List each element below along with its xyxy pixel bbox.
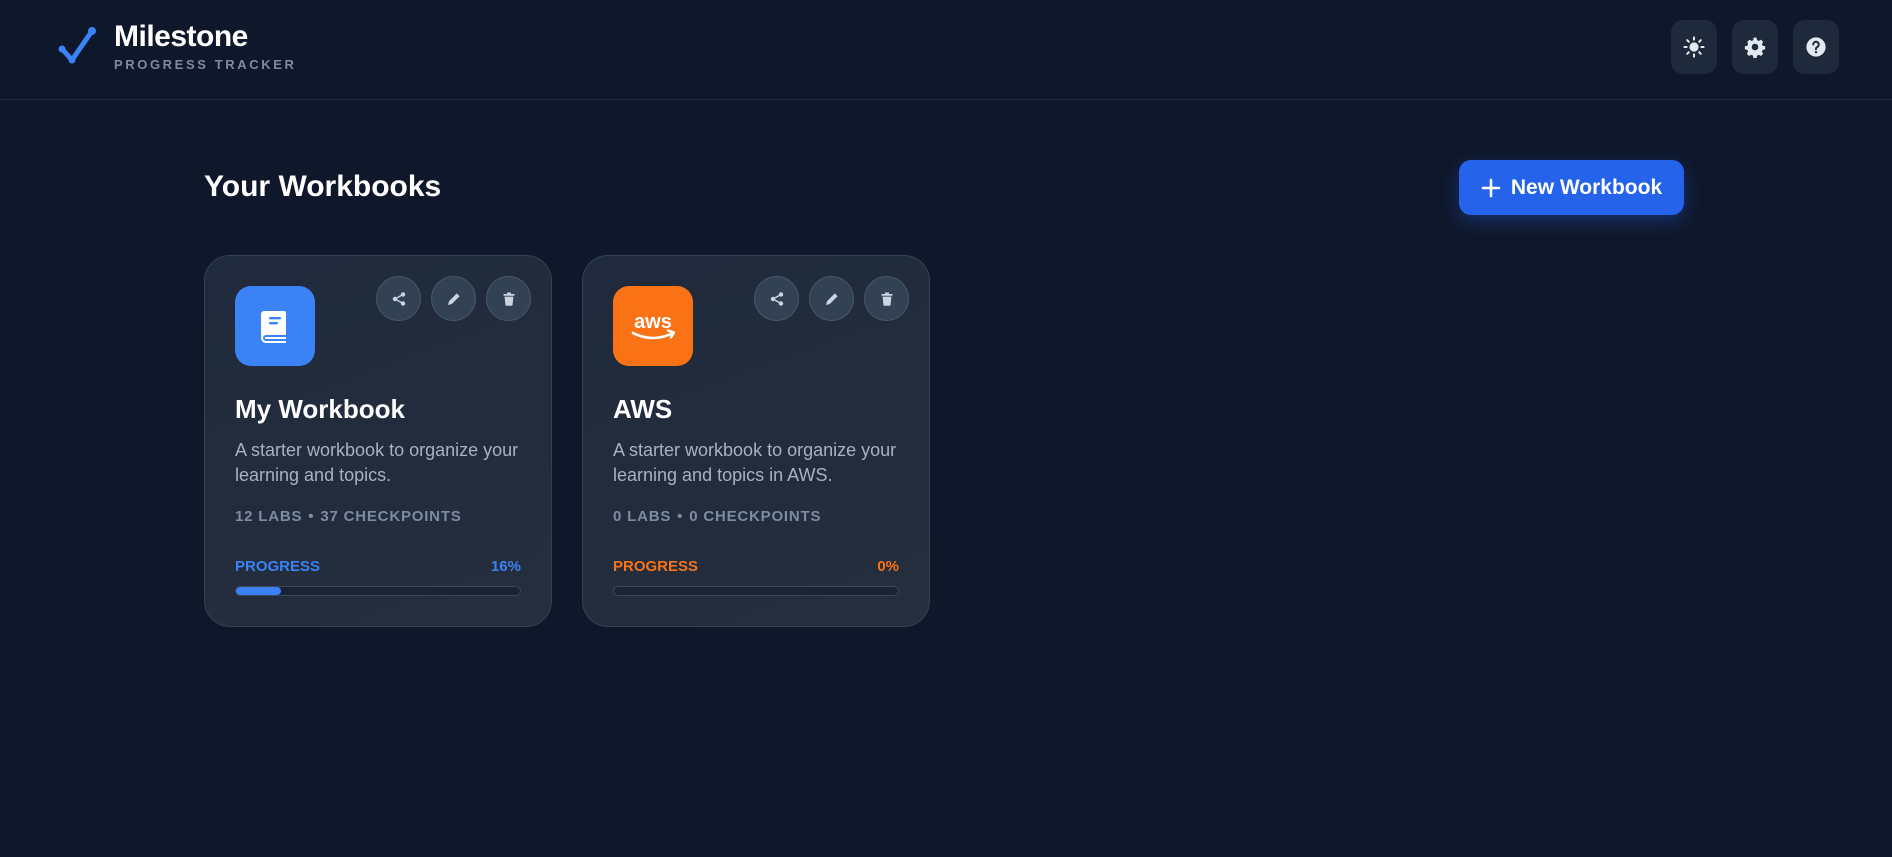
pencil-icon: [825, 292, 838, 305]
share-button[interactable]: [376, 276, 421, 321]
edit-button[interactable]: [431, 276, 476, 321]
delete-button[interactable]: [864, 276, 909, 321]
new-workbook-button[interactable]: New Workbook: [1459, 160, 1684, 215]
workbook-meta: 12 LABS • 37 CHECKPOINTS: [235, 508, 462, 525]
share-button[interactable]: [754, 276, 799, 321]
trash-icon: [503, 292, 514, 306]
workbook-meta: 0 LABS • 0 CHECKPOINTS: [613, 508, 821, 525]
app-title: Milestone: [114, 20, 248, 53]
workbook-description: A starter workbook to organize your lear…: [613, 440, 897, 485]
brand-text: Milestone PROGRESS TRACKER: [114, 20, 296, 72]
workbook-title: AWS: [613, 394, 673, 424]
workbook-card[interactable]: aws AWS A starter workbook to organize y…: [582, 255, 930, 627]
edit-button[interactable]: [809, 276, 854, 321]
help-icon: [1806, 37, 1826, 57]
theme-toggle-button[interactable]: [1671, 20, 1717, 74]
settings-button[interactable]: [1732, 20, 1778, 74]
card-actions: [754, 276, 909, 321]
share-icon: [770, 291, 783, 306]
sun-icon: [1683, 36, 1705, 58]
progress-label: PROGRESS: [235, 558, 321, 575]
progress-percent: 16%: [490, 558, 521, 575]
workbook-description: A starter workbook to organize your lear…: [235, 440, 519, 485]
gear-icon: [1744, 37, 1766, 58]
app-subtitle: PROGRESS TRACKER: [114, 57, 297, 72]
progress-bar: [235, 586, 521, 596]
page-title: Your Workbooks: [204, 170, 442, 203]
checkpoints-count: 0 CHECKPOINTS: [689, 508, 822, 525]
workbook-title: My Workbook: [235, 394, 405, 424]
pencil-icon: [447, 292, 460, 305]
app-root: Milestone PROGRESS TRACKER Your Workbook…: [0, 0, 1892, 857]
header-actions: [1671, 20, 1839, 74]
workbook-icon-tile: [235, 286, 315, 366]
delete-button[interactable]: [486, 276, 531, 321]
progress-fill: [236, 587, 282, 595]
meta-separator: •: [308, 508, 315, 525]
workbook-card[interactable]: My Workbook A starter workbook to organi…: [204, 255, 552, 627]
progress-label: PROGRESS: [613, 558, 699, 575]
progress-bar: [613, 586, 899, 596]
trash-icon: [881, 292, 892, 306]
share-icon: [392, 291, 405, 306]
brand[interactable]: Milestone PROGRESS TRACKER: [56, 20, 296, 72]
labs-count: 12 LABS: [235, 508, 303, 525]
aws-icon: aws: [631, 311, 676, 340]
svg-text:aws: aws: [634, 311, 672, 333]
plus-icon: [1481, 178, 1501, 197]
new-workbook-label: New Workbook: [1510, 175, 1663, 199]
book-icon: [261, 311, 286, 343]
progress-row: PROGRESS 0%: [613, 558, 899, 575]
checkpoints-count: 37 CHECKPOINTS: [320, 508, 462, 525]
progress-row: PROGRESS 16%: [235, 558, 521, 575]
labs-count: 0 LABS: [613, 508, 672, 525]
top-header: Milestone PROGRESS TRACKER: [0, 0, 1892, 100]
workbook-icon-tile: aws: [613, 286, 693, 366]
card-actions: [376, 276, 531, 321]
progress-percent: 0%: [877, 558, 899, 575]
help-button[interactable]: [1793, 20, 1839, 74]
checkmark-logo-icon: [58, 27, 96, 64]
meta-separator: •: [677, 508, 684, 525]
